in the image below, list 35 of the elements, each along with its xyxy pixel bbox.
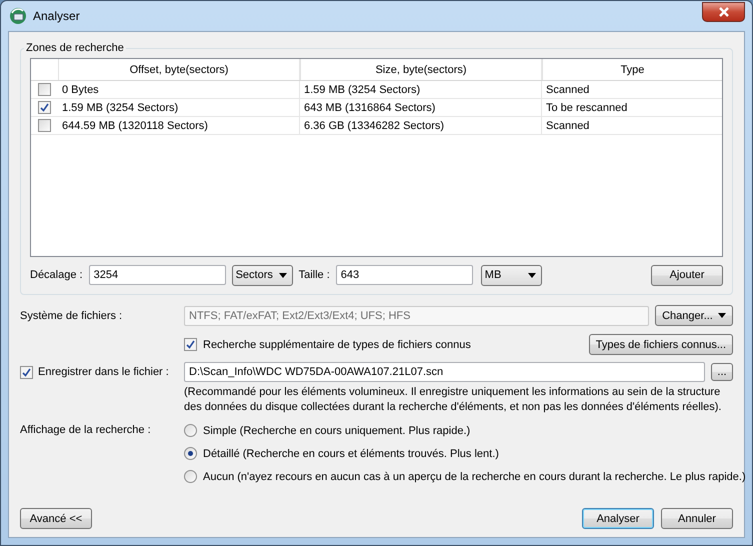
display-label: Affichage de la recherche : [20, 424, 152, 436]
table-cell: 1.59 MB (3254 Sectors) [58, 99, 300, 116]
save-to-file-label: Enregistrer dans le fichier : [38, 366, 169, 378]
offset-label: Décalage : [30, 269, 83, 281]
table-cell-text: Scanned [545, 82, 590, 98]
radio-label: Détaillé (Recherche en cours et éléments trouvés. Plus lent.) [203, 448, 499, 460]
size-field[interactable]: 643 [336, 265, 473, 285]
extra-search-label: Recherche supplémentaire de types de fichiers connus [203, 338, 471, 350]
table-cell: 6.36 GB (13346282 Sectors) [300, 117, 542, 134]
window-title: Analyser [33, 9, 80, 23]
browse-button[interactable]: ... [711, 363, 733, 381]
radio-label: Aucun (n'ayez recours en aucun cas à un aperçu de la recherche en cours durant la recherche. Le plus rapide.) [203, 470, 746, 482]
offset-field[interactable]: 3254 [88, 265, 226, 285]
radio-label: Simple (Recherche en cours uniquement. Plus rapide.) [203, 424, 470, 436]
file-system-label: Système de fichiers : [20, 310, 124, 322]
size-label: Taille : [298, 269, 330, 281]
column-header[interactable]: Size, byte(sectors) [300, 59, 542, 80]
save-note: (Recommandé pour les éléments volumineux. Il enregistre uniquement les informations au sein de la structure des données du disque collectées durant la recherche d'éléments, et non pas les données d'éléments réelles). [184, 385, 722, 415]
advanced-button[interactable]: Avancé << [20, 508, 92, 529]
table-cell: 1.59 MB (3254 Sectors) [300, 81, 542, 98]
table-cell: 643 MB (1316864 Sectors) [300, 99, 542, 116]
column-header[interactable]: Type [542, 59, 722, 80]
column-header[interactable]: Offset, byte(sectors) [58, 59, 300, 80]
table-cell: 644.59 MB (1320118 Sectors) [58, 117, 300, 134]
group-title: Zones de recherche [25, 42, 125, 54]
known-file-types-button[interactable]: Types de fichiers connus... [588, 334, 733, 355]
table-cell-text: To be rescanned [545, 100, 628, 116]
add-button[interactable]: Ajouter [651, 264, 723, 286]
table-cell: 0 Bytes [58, 81, 300, 98]
unit-dropdown[interactable]: MB [480, 264, 542, 286]
file-path-field[interactable]: D:\Scan_Info\WDC WD75DA-00AWA107.21L07.scn [184, 362, 705, 382]
unit-dropdown[interactable]: Sectors [232, 264, 293, 286]
analyze-button[interactable]: Analyser [582, 508, 654, 529]
table-cell-text: Scanned [545, 118, 590, 134]
cancel-button[interactable]: Annuler [661, 508, 733, 529]
